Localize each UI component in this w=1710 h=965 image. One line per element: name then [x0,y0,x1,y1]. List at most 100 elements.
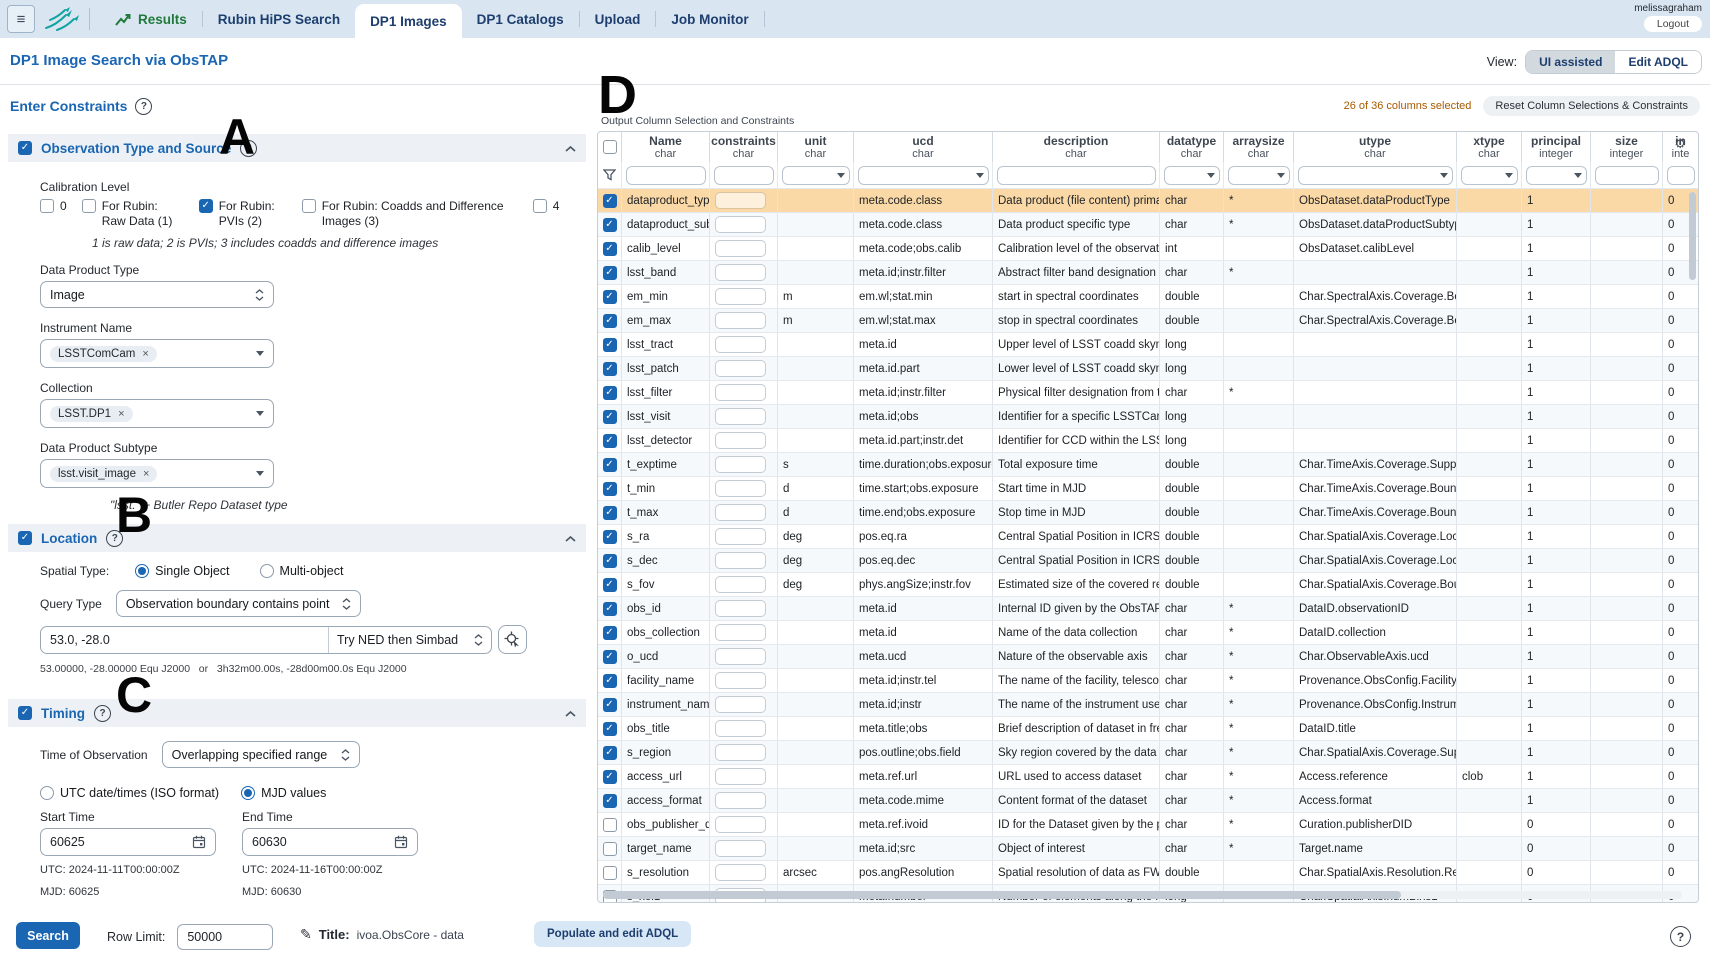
table-row-access_format[interactable]: access_formatmeta.code.mimeContent forma… [598,788,1698,812]
table-row-dataproduct_type[interactable]: dataproduct_typemeta.code.classData prod… [598,188,1698,212]
table-row-s_region[interactable]: s_regionpos.outline;obs.fieldSky region … [598,740,1698,764]
coordinates-input[interactable]: 53.0, -28.0 [41,627,328,653]
filter-description-input[interactable] [997,166,1156,185]
row-checkbox-o_ucd[interactable] [603,650,617,664]
view-option-ui-assisted[interactable]: UI assisted [1526,51,1615,73]
constraint-input-instrument_name[interactable] [715,696,766,713]
table-row-t_exptime[interactable]: t_exptimestime.duration;obs.exposureTota… [598,452,1698,476]
checkbox[interactable] [199,199,213,213]
radio-icon[interactable] [135,564,149,578]
table-row-t_min[interactable]: t_mindtime.start;obs.exposureStart time … [598,476,1698,500]
row-checkbox-s_ra[interactable] [603,530,617,544]
table-row-facility_name[interactable]: facility_namemeta.id;instr.telThe name o… [598,668,1698,692]
table-row-o_ucd[interactable]: o_ucdmeta.ucdNature of the observable ax… [598,644,1698,668]
table-row-obs_id[interactable]: obs_idmeta.idInternal ID given by the Ob… [598,596,1698,620]
column-header-arraysize[interactable]: arraysizechar [1224,132,1294,162]
constraint-input-em_max[interactable] [715,312,766,329]
table-row-s_dec[interactable]: s_decdegpos.eq.decCentral Spatial Positi… [598,548,1698,572]
chevron-up-icon[interactable] [565,139,576,157]
row-checkbox-obs_title[interactable] [603,722,617,736]
data-product-subtype-select[interactable]: lsst.visit_image× [40,459,274,488]
radio-multi-object[interactable]: Multi-object [260,564,344,578]
constraint-input-s_ra[interactable] [715,528,766,545]
checkbox[interactable] [40,199,54,213]
radio-icon[interactable] [40,786,54,800]
page-help-icon[interactable]: ? [1670,926,1691,947]
calib-option-raw[interactable]: For Rubin: Raw Data (1) [82,199,184,229]
row-checkbox-facility_name[interactable] [603,674,617,688]
filter-arraysize-select[interactable] [1228,166,1290,185]
row-limit-input[interactable]: 50000 [177,924,273,950]
table-row-target_name[interactable]: target_namemeta.id;srcObject of interest… [598,836,1698,860]
search-button[interactable]: Search [16,922,80,949]
constraint-input-t_min[interactable] [715,480,766,497]
row-checkbox-lsst_visit[interactable] [603,410,617,424]
constraint-input-access_format[interactable] [715,792,766,809]
row-checkbox-lsst_band[interactable] [603,266,617,280]
select-all-checkbox[interactable] [603,140,617,154]
table-row-lsst_filter[interactable]: lsst_filtermeta.id;instr.filterPhysical … [598,380,1698,404]
row-checkbox-lsst_detector[interactable] [603,434,617,448]
constraint-input-dataproduct_type[interactable] [715,192,766,209]
table-row-s_ra[interactable]: s_radegpos.eq.raCentral Spatial Position… [598,524,1698,548]
scrollbar-thumb[interactable] [603,891,1401,899]
collection-select[interactable]: LSST.DP1× [40,399,274,428]
constraint-input-obs_collection[interactable] [715,624,766,641]
section-timing-checkbox[interactable] [18,706,32,720]
constraint-input-access_url[interactable] [715,768,766,785]
row-checkbox-lsst_patch[interactable] [603,362,617,376]
row-checkbox-em_max[interactable] [603,314,617,328]
column-header-constraints[interactable]: constraintschar [710,132,778,162]
constraint-input-obs_id[interactable] [715,600,766,617]
filter-in-input[interactable] [1667,166,1695,185]
table-row-t_max[interactable]: t_maxdtime.end;obs.exposureStop time in … [598,500,1698,524]
row-checkbox-t_exptime[interactable] [603,458,617,472]
row-checkbox-instrument_name[interactable] [603,698,617,712]
constraint-input-lsst_tract[interactable] [715,336,766,353]
tab-rubin-hips-search[interactable]: Rubin HiPS Search [203,0,355,38]
vertical-scrollbar[interactable] [1689,192,1696,280]
table-row-dataproduct_subtype[interactable]: dataproduct_subtypemeta.code.classData p… [598,212,1698,236]
row-checkbox-s_region[interactable] [603,746,617,760]
constraint-input-facility_name[interactable] [715,672,766,689]
constraint-input-s_dec[interactable] [715,552,766,569]
help-icon[interactable]: ? [135,98,152,115]
row-checkbox-target_name[interactable] [603,842,617,856]
section-location-header[interactable]: Location ? [8,524,586,552]
calib-option-0[interactable]: 0 [40,199,67,214]
table-row-em_max[interactable]: em_maxmem.wl;stat.maxstop in spectral co… [598,308,1698,332]
table-row-instrument_name[interactable]: instrument_namemeta.id;instrThe name of … [598,692,1698,716]
logout-button[interactable]: Logout [1644,16,1702,32]
close-icon[interactable]: × [143,468,149,480]
table-row-obs_publisher_did[interactable]: obs_publisher_didmeta.ref.ivoidID for th… [598,812,1698,836]
calib-option-4[interactable]: 4 [533,199,560,214]
filter-Name-input[interactable] [626,166,706,185]
section-observation-type-header[interactable]: Observation Type and Source ? [8,134,586,162]
row-checkbox-access_url[interactable] [603,770,617,784]
column-header-principal[interactable]: principalinteger [1522,132,1591,162]
pick-position-icon[interactable] [498,625,527,654]
constraint-input-dataproduct_subtype[interactable] [715,216,766,233]
column-header-Name[interactable]: Namechar [622,132,710,162]
column-header-ucd[interactable]: ucdchar [854,132,993,162]
constraint-input-lsst_detector[interactable] [715,432,766,449]
row-checkbox-t_min[interactable] [603,482,617,496]
close-icon[interactable]: × [118,408,124,420]
row-checkbox-obs_id[interactable] [603,602,617,616]
row-checkbox-s_fov[interactable] [603,578,617,592]
help-icon[interactable]: ? [94,705,111,722]
table-row-lsst_band[interactable]: lsst_bandmeta.id;instr.filterAbstract fi… [598,260,1698,284]
table-row-access_url[interactable]: access_urlmeta.ref.urlURL used to access… [598,764,1698,788]
table-settings-gear-icon[interactable]: ⚙ [1674,137,1686,150]
instrument-name-select[interactable]: LSSTComCam× [40,339,274,368]
table-row-s_resolution[interactable]: s_resolutionarcsecpos.angResolutionSpati… [598,860,1698,884]
row-checkbox-lsst_tract[interactable] [603,338,617,352]
horizontal-scrollbar[interactable] [603,891,1682,899]
filter-unit-select[interactable] [782,166,850,185]
constraint-input-t_max[interactable] [715,504,766,521]
radio-icon[interactable] [241,786,255,800]
row-checkbox-s_resolution[interactable] [603,866,617,880]
table-row-lsst_tract[interactable]: lsst_tractmeta.idUpper level of LSST coa… [598,332,1698,356]
checkbox[interactable] [302,199,316,213]
constraint-input-target_name[interactable] [715,840,766,857]
